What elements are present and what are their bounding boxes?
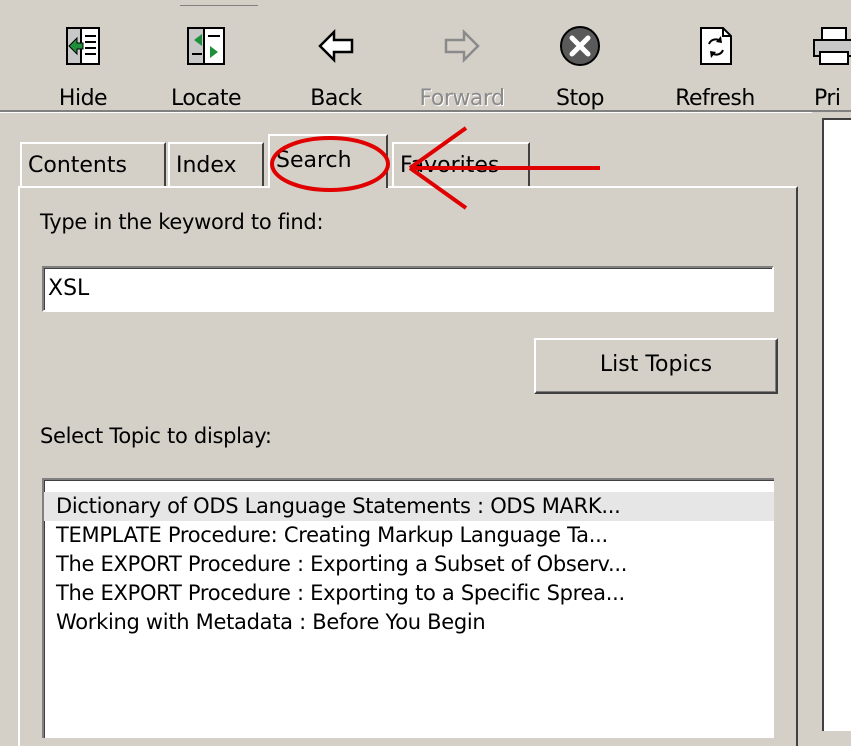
toolbar: Hide Locate Back Forward Stop Refresh Pr… — [0, 10, 851, 114]
locate-button[interactable]: Locate — [158, 22, 254, 114]
locate-icon — [184, 24, 228, 68]
printer-icon — [812, 24, 851, 68]
back-label: Back — [310, 86, 362, 111]
refresh-label: Refresh — [675, 86, 755, 111]
hide-button[interactable]: Hide — [48, 22, 118, 114]
list-item[interactable]: The EXPORT Procedure : Exporting to a Sp… — [44, 579, 774, 608]
list-topics-button[interactable]: List Topics — [534, 338, 778, 394]
tab-favorites[interactable]: Favorites — [392, 142, 530, 186]
keyword-label: Type in the keyword to find: — [40, 210, 324, 234]
back-arrow-icon — [314, 24, 358, 68]
list-item[interactable]: TEMPLATE Procedure: Creating Markup Lang… — [44, 521, 774, 550]
forward-label: Forward — [419, 86, 505, 111]
stop-button[interactable]: Stop — [546, 22, 614, 114]
content-pane — [812, 112, 851, 731]
refresh-button[interactable]: Refresh — [660, 22, 770, 114]
content-pane-view — [822, 118, 851, 731]
hide-icon — [61, 24, 105, 68]
tab-index[interactable]: Index — [168, 142, 264, 186]
stop-label: Stop — [555, 86, 605, 111]
tab-search-label: Search — [276, 148, 352, 173]
back-button[interactable]: Back — [298, 22, 374, 114]
forward-arrow-icon — [440, 24, 484, 68]
list-item[interactable]: Dictionary of ODS Language Statements : … — [44, 492, 774, 521]
tab-contents-label: Contents — [28, 153, 127, 178]
forward-button[interactable]: Forward — [406, 22, 518, 114]
toolbar-divider — [0, 110, 851, 113]
list-item[interactable]: Working with Metadata : Before You Begin — [44, 608, 774, 637]
print-button[interactable]: Pri — [808, 22, 851, 114]
hide-label: Hide — [58, 86, 108, 111]
top-separator — [180, 0, 258, 6]
stop-icon — [558, 24, 602, 68]
tab-contents[interactable]: Contents — [20, 142, 166, 186]
tab-favorites-label: Favorites — [400, 153, 500, 178]
tab-index-label: Index — [176, 153, 237, 178]
tab-search[interactable]: Search — [268, 134, 388, 188]
top-strip — [0, 0, 851, 10]
topic-list[interactable]: Dictionary of ODS Language Statements : … — [42, 478, 774, 738]
refresh-icon — [693, 24, 737, 68]
keyword-input[interactable]: XSL — [42, 266, 774, 312]
print-label: Pri — [814, 86, 841, 111]
topic-label: Select Topic to display: — [40, 424, 272, 448]
list-item[interactable]: The EXPORT Procedure : Exporting a Subse… — [44, 550, 774, 579]
locate-label: Locate — [170, 86, 242, 111]
